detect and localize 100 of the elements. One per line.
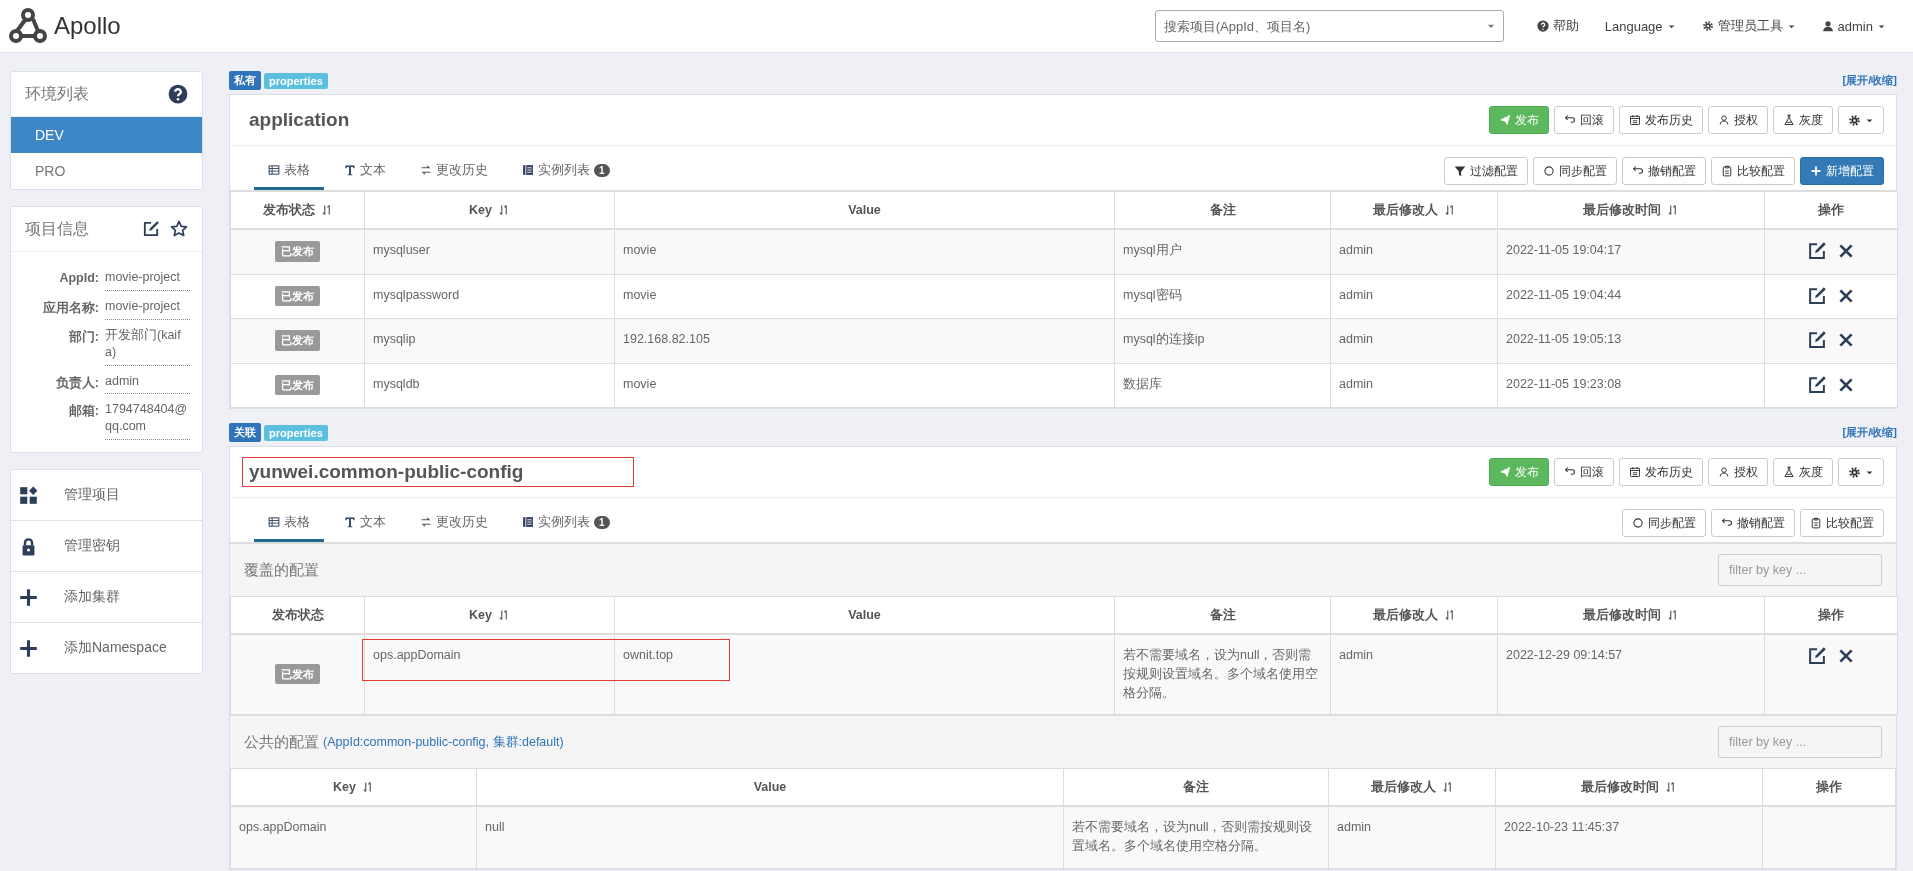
tab[interactable]: 实例列表 1 xyxy=(508,153,624,190)
column-header[interactable]: Key xyxy=(469,608,492,622)
edit-button[interactable] xyxy=(1807,285,1827,306)
toolbar-button[interactable]: 撤销配置 xyxy=(1711,509,1795,537)
toolbar-button[interactable]: 授权 xyxy=(1708,458,1768,486)
tab[interactable]: 更改历史 xyxy=(406,505,502,542)
table-cell: admin xyxy=(1339,243,1374,257)
field-value: movie-project xyxy=(105,294,190,320)
toolbar-button[interactable]: 回滚 xyxy=(1554,458,1614,486)
column-header[interactable]: 最后修改人 xyxy=(1372,201,1438,219)
namespace-title: application xyxy=(248,108,351,132)
table-cell: movie xyxy=(623,287,657,302)
env-item[interactable]: PRO xyxy=(11,153,202,189)
help-icon xyxy=(168,84,188,104)
sort-icon xyxy=(497,609,510,621)
flask-icon xyxy=(1783,466,1795,478)
toolbar-button[interactable]: 同步配置 xyxy=(1622,509,1706,537)
column-header[interactable]: 最后修改时间 xyxy=(1583,606,1661,624)
column-header[interactable]: 最后修改时间 xyxy=(1581,778,1659,796)
column-header[interactable]: Key xyxy=(469,203,492,217)
settings-button[interactable] xyxy=(1838,106,1884,134)
column-header: 备注 xyxy=(1209,606,1236,624)
toolbar-button[interactable]: 发布历史 xyxy=(1619,458,1703,486)
letter-t-icon xyxy=(344,516,356,528)
toolbar-button[interactable]: 比较配置 xyxy=(1711,157,1795,185)
calendar-icon xyxy=(1629,114,1641,126)
toolbar-button[interactable]: 灰度 xyxy=(1773,106,1833,134)
table-cell: 2022-12-29 09:14:57 xyxy=(1506,648,1623,662)
action-item[interactable]: 管理项目 xyxy=(11,470,202,522)
column-header[interactable]: 最后修改人 xyxy=(1370,778,1436,796)
filter-field[interactable]: filter by key ... xyxy=(1718,554,1882,586)
toggle-link[interactable]: [展开/收缩] xyxy=(1842,425,1897,440)
toolbar-button[interactable]: 灰度 xyxy=(1773,458,1833,486)
column-header[interactable]: Key xyxy=(333,780,356,795)
toolbar-button[interactable]: 回滚 xyxy=(1554,106,1614,134)
panel-title: 环境列表 xyxy=(25,83,90,104)
field-label: 应用名称: xyxy=(41,299,99,317)
table-cell: admin xyxy=(1339,332,1374,346)
logo-text: Apollo xyxy=(54,12,121,40)
toolbar-button[interactable]: 过滤配置 xyxy=(1444,157,1528,185)
column-header[interactable]: 发布状态 xyxy=(262,201,315,219)
namespace-title: yunwei.common-public-config xyxy=(242,457,635,487)
table-cell: mysqlpassword xyxy=(373,287,460,302)
status-badge: 已发布 xyxy=(275,663,320,685)
tab[interactable]: 文本 xyxy=(330,505,400,542)
toggle-link[interactable]: [展开/收缩] xyxy=(1842,73,1897,88)
tab[interactable]: 实例列表 1 xyxy=(508,505,624,542)
nav-item[interactable]: 帮助 xyxy=(1523,17,1592,35)
send-icon xyxy=(1499,466,1511,478)
table-cell: 若不需要域名，设为null，否则需按规则设置域名。多个域名使用空格分隔。 xyxy=(1072,820,1313,853)
table-cell: 若不需要域名，设为null，否则需按规则设置域名。多个域名使用空格分隔。 xyxy=(1123,648,1318,700)
column-header: 操作 xyxy=(1818,201,1844,219)
flask-icon xyxy=(1783,114,1795,126)
table-cell: admin xyxy=(1337,820,1372,835)
status-badge: 已发布 xyxy=(275,374,320,395)
close-icon xyxy=(1837,242,1855,260)
column-header[interactable]: 最后修改人 xyxy=(1372,606,1438,624)
table-cell: ownit.top xyxy=(623,648,674,662)
toolbar-button[interactable]: 比较配置 xyxy=(1800,509,1884,537)
toolbar-button[interactable]: 新增配置 xyxy=(1800,157,1884,185)
toolbar-button[interactable]: 同步配置 xyxy=(1533,157,1617,185)
filter-field[interactable]: filter by key ... xyxy=(1718,726,1882,759)
field-label: 邮箱: xyxy=(67,403,99,421)
toolbar-button[interactable]: 撤销配置 xyxy=(1622,157,1706,185)
search-field[interactable]: 搜索项目(AppId、项目名) xyxy=(1154,10,1504,42)
filter-icon xyxy=(1454,165,1466,177)
toolbar-button[interactable]: 授权 xyxy=(1708,106,1768,134)
field-value: movie-project xyxy=(105,266,190,291)
table-cell: mysql的连接ip xyxy=(1123,332,1205,346)
action-item[interactable]: 管理密钥 xyxy=(11,521,202,573)
circle-icon xyxy=(1632,517,1644,529)
toolbar-button[interactable]: 发布历史 xyxy=(1619,106,1703,134)
edit-button[interactable] xyxy=(1807,374,1827,395)
column-header[interactable]: 最后修改时间 xyxy=(1583,201,1661,219)
tab[interactable]: 更改历史 xyxy=(406,153,502,190)
table-cell: ops.appDomain xyxy=(239,820,327,835)
column-header: 备注 xyxy=(1209,201,1236,219)
action-item[interactable]: 添加集群 xyxy=(11,572,202,624)
status-badge: 已发布 xyxy=(275,285,320,306)
gear-icon xyxy=(1848,113,1861,127)
user-icon xyxy=(1821,20,1834,32)
env-item[interactable]: DEV xyxy=(11,117,202,153)
undo-arrow-icon xyxy=(1564,466,1576,478)
count-badge: 1 xyxy=(594,163,610,177)
nav-item[interactable]: Language xyxy=(1591,18,1689,34)
edit-button[interactable] xyxy=(1807,330,1827,350)
table-cell: mysqluser xyxy=(373,243,430,257)
tab[interactable]: 文本 xyxy=(330,153,400,190)
edit-button[interactable] xyxy=(1807,646,1827,666)
edit-button[interactable] xyxy=(1807,241,1827,261)
plus-icon xyxy=(1810,165,1822,177)
nav-item[interactable]: 管理员工具 xyxy=(1688,17,1809,35)
section-title: 覆盖的配置 xyxy=(244,560,319,580)
undo-arrow-icon xyxy=(1721,517,1733,529)
settings-button[interactable] xyxy=(1838,458,1884,486)
action-item[interactable]: 添加Namespace xyxy=(11,623,202,674)
nav-item[interactable]: admin xyxy=(1808,18,1899,34)
section-title: 公共的配置 xyxy=(244,732,319,752)
sort-icon xyxy=(1441,781,1454,794)
edit-icon xyxy=(1807,241,1827,261)
